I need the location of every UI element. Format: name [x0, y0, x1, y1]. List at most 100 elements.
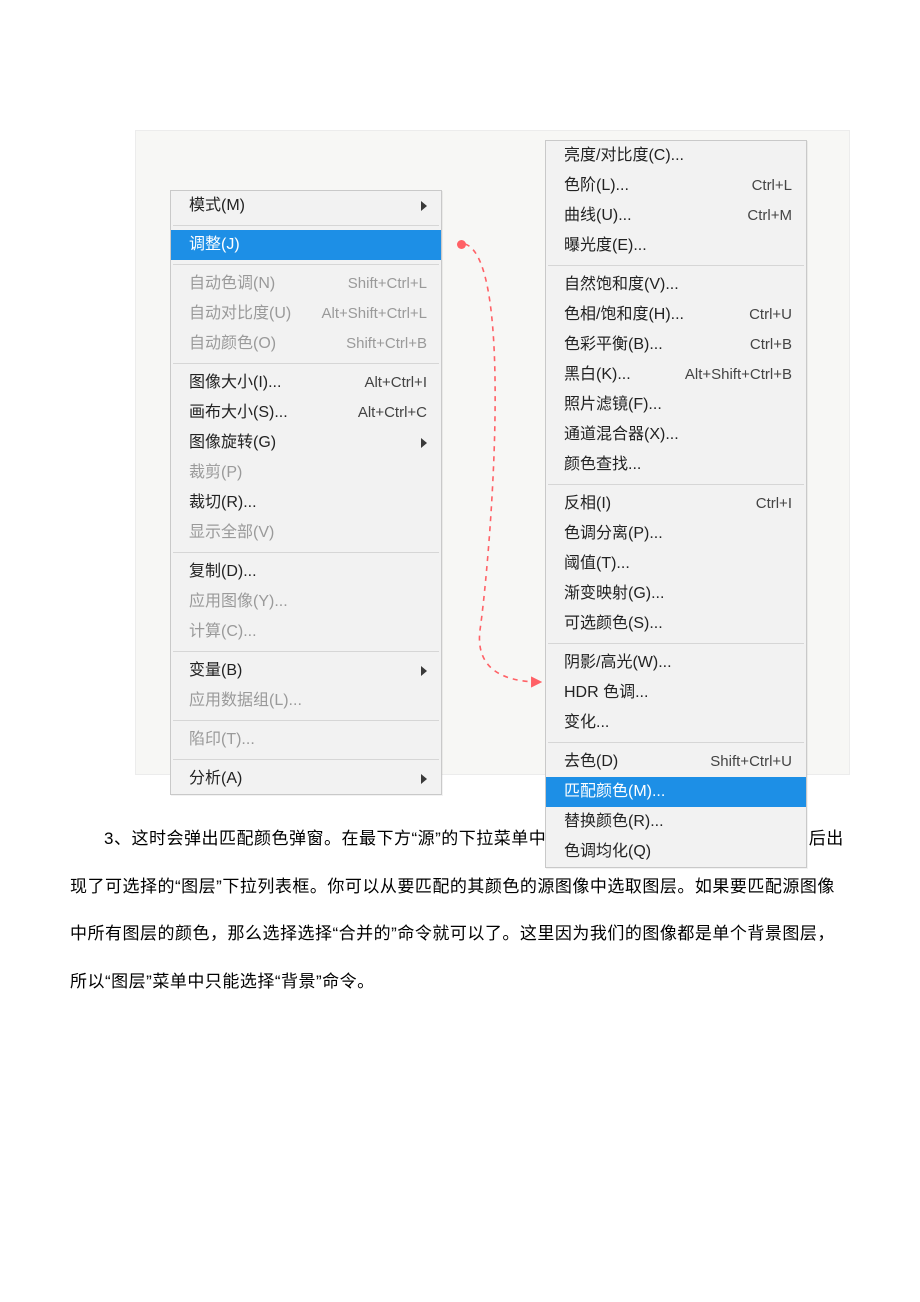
menu-item-label: 替换颜色(R)...	[564, 811, 664, 833]
menu-item-label: 曝光度(E)...	[564, 235, 647, 257]
menu-item-apply-data-set[interactable]: 应用数据组(L)...	[171, 686, 441, 716]
menu-item-label: 颜色查找...	[564, 454, 641, 476]
menu-item-trap[interactable]: 陷印(T)...	[171, 725, 441, 755]
menu-item-label: 色阶(L)...	[564, 175, 629, 197]
menu-item-exposure[interactable]: 曝光度(E)...	[546, 231, 806, 261]
menu-separator	[173, 363, 439, 364]
menu-item-hue-saturation[interactable]: 色相/饱和度(H)... Ctrl+U	[546, 300, 806, 330]
menu-item-shortcut: Alt+Shift+Ctrl+B	[685, 364, 792, 386]
submenu-arrow-icon	[421, 438, 427, 448]
menu-item-label: 裁切(R)...	[189, 492, 257, 514]
menu-item-gradient-map[interactable]: 渐变映射(G)...	[546, 579, 806, 609]
menu-separator	[173, 720, 439, 721]
menu-item-equalize[interactable]: 色调均化(Q)	[546, 837, 806, 867]
menu-item-match-color[interactable]: 匹配颜色(M)...	[546, 777, 806, 807]
menu-item-label: 复制(D)...	[189, 561, 257, 583]
menu-item-shortcut: Ctrl+U	[749, 304, 792, 326]
menu-item-hdr-toning[interactable]: HDR 色调...	[546, 678, 806, 708]
menu-separator	[548, 265, 804, 266]
menu-item-label: 通道混合器(X)...	[564, 424, 679, 446]
menu-item-label: 亮度/对比度(C)...	[564, 145, 684, 167]
menu-item-invert[interactable]: 反相(I)Ctrl+I	[546, 489, 806, 519]
menu-item-label: 黑白(K)...	[564, 364, 631, 386]
menu-item-label: 应用图像(Y)...	[189, 591, 288, 613]
menu-item-label: 自动色调(N)	[189, 273, 275, 295]
menu-item-label: 色相/饱和度(H)...	[564, 304, 684, 326]
menu-item-color-lookup[interactable]: 颜色查找...	[546, 450, 806, 480]
menu-item-label: 阈值(T)...	[564, 553, 630, 575]
menu-item-auto-color[interactable]: 自动颜色(O) Shift+Ctrl+B	[171, 329, 441, 359]
menu-item-trim[interactable]: 裁切(R)...	[171, 488, 441, 518]
menu-item-label: 调整(J)	[189, 234, 240, 256]
adjust-submenu: 亮度/对比度(C)... 色阶(L)... Ctrl+L 曲线(U)... Ctrl+M…	[545, 140, 807, 868]
menu-item-label: 阴影/高光(W)...	[564, 652, 672, 674]
menu-item-color-balance[interactable]: 色彩平衡(B)...Ctrl+B	[546, 330, 806, 360]
menu-item-crop[interactable]: 裁剪(P)	[171, 458, 441, 488]
menu-item-label: 匹配颜色(M)...	[564, 781, 665, 803]
menu-item-label: 去色(D)	[564, 751, 618, 773]
menu-item-label: 变化...	[564, 712, 609, 734]
menu-item-levels[interactable]: 色阶(L)... Ctrl+L	[546, 171, 806, 201]
menu-item-apply-image[interactable]: 应用图像(Y)...	[171, 587, 441, 617]
menu-separator	[173, 552, 439, 553]
menu-separator	[548, 643, 804, 644]
menu-item-adjust[interactable]: 调整(J)	[171, 230, 441, 260]
menu-item-photo-filter[interactable]: 照片滤镜(F)...	[546, 390, 806, 420]
menu-item-shortcut: Ctrl+M	[747, 205, 792, 227]
menu-item-label: 图像旋转(G)	[189, 432, 276, 454]
menu-item-duplicate[interactable]: 复制(D)...	[171, 557, 441, 587]
menu-item-image-size[interactable]: 图像大小(I)... Alt+Ctrl+I	[171, 368, 441, 398]
menu-item-shortcut: Shift+Ctrl+B	[346, 333, 427, 355]
menu-item-label: 计算(C)...	[189, 621, 257, 643]
menu-item-label: 色调分离(P)...	[564, 523, 663, 545]
menu-separator	[173, 264, 439, 265]
menu-item-selective-color[interactable]: 可选颜色(S)...	[546, 609, 806, 639]
menu-item-shortcut: Ctrl+L	[752, 175, 792, 197]
menu-item-threshold[interactable]: 阈值(T)...	[546, 549, 806, 579]
menu-item-shadows-highlights[interactable]: 阴影/高光(W)...	[546, 648, 806, 678]
menu-item-canvas-size[interactable]: 画布大小(S)... Alt+Ctrl+C	[171, 398, 441, 428]
menu-item-reveal-all[interactable]: 显示全部(V)	[171, 518, 441, 548]
menu-item-vibrance[interactable]: 自然饱和度(V)...	[546, 270, 806, 300]
menu-separator	[173, 225, 439, 226]
menu-item-variations[interactable]: 变化...	[546, 708, 806, 738]
menu-item-label: 变量(B)	[189, 660, 242, 682]
menu-item-label: 可选颜色(S)...	[564, 613, 663, 635]
menu-item-label: 图像大小(I)...	[189, 372, 281, 394]
menu-item-mode[interactable]: 模式(M)	[171, 191, 441, 221]
menu-separator	[548, 742, 804, 743]
menu-item-posterize[interactable]: 色调分离(P)...	[546, 519, 806, 549]
menu-item-image-rotate[interactable]: 图像旋转(G)	[171, 428, 441, 458]
menu-item-auto-tone[interactable]: 自动色调(N) Shift+Ctrl+L	[171, 269, 441, 299]
menu-item-label: HDR 色调...	[564, 682, 648, 704]
menu-item-label: 照片滤镜(F)...	[564, 394, 662, 416]
menu-item-curves[interactable]: 曲线(U)... Ctrl+M	[546, 201, 806, 231]
menu-item-analysis[interactable]: 分析(A)	[171, 764, 441, 794]
menu-item-label: 陷印(T)...	[189, 729, 255, 751]
menu-item-desaturate[interactable]: 去色(D) Shift+Ctrl+U	[546, 747, 806, 777]
menu-item-black-white[interactable]: 黑白(K)... Alt+Shift+Ctrl+B	[546, 360, 806, 390]
menu-item-shortcut: Alt+Ctrl+C	[358, 402, 427, 424]
menu-item-label: 分析(A)	[189, 768, 242, 790]
menu-item-label: 曲线(U)...	[564, 205, 632, 227]
menu-item-variables[interactable]: 变量(B)	[171, 656, 441, 686]
menu-item-replace-color[interactable]: 替换颜色(R)...	[546, 807, 806, 837]
menu-separator	[173, 651, 439, 652]
menu-item-channel-mixer[interactable]: 通道混合器(X)...	[546, 420, 806, 450]
menu-item-label: 自动对比度(U)	[189, 303, 291, 325]
menu-item-calculations[interactable]: 计算(C)...	[171, 617, 441, 647]
menu-item-shortcut: Shift+Ctrl+L	[348, 273, 427, 295]
menu-separator	[548, 484, 804, 485]
menu-item-auto-contrast[interactable]: 自动对比度(U) Alt+Shift+Ctrl+L	[171, 299, 441, 329]
menu-item-label: 自动颜色(O)	[189, 333, 276, 355]
menu-item-label: 画布大小(S)...	[189, 402, 288, 424]
menu-item-shortcut: Alt+Shift+Ctrl+L	[322, 303, 427, 325]
menu-item-label: 渐变映射(G)...	[564, 583, 664, 605]
menu-item-brightness-contrast[interactable]: 亮度/对比度(C)...	[546, 141, 806, 171]
menu-item-shortcut: Ctrl+B	[750, 334, 792, 356]
menu-item-label: 应用数据组(L)...	[189, 690, 302, 712]
menu-item-label: 自然饱和度(V)...	[564, 274, 679, 296]
menu-item-shortcut: Alt+Ctrl+I	[364, 372, 427, 394]
menu-item-shortcut: Shift+Ctrl+U	[710, 751, 792, 773]
screenshot-area: 模式(M) 调整(J) 自动色调(N) Shift+Ctrl+L 自动对比度(U) Alt…	[135, 130, 850, 775]
